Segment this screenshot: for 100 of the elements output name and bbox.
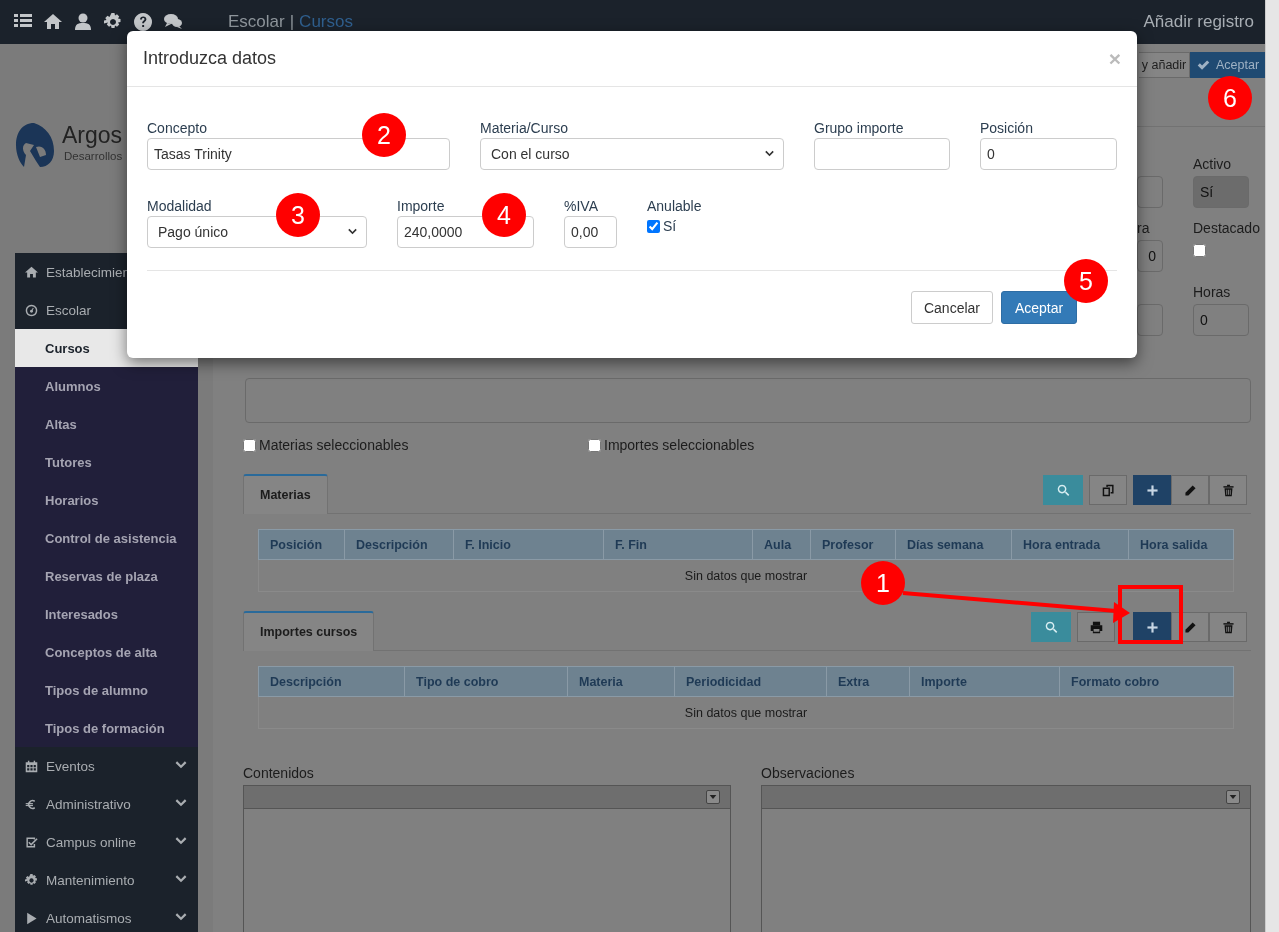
- printer-icon: [1089, 620, 1103, 634]
- sidebar-item[interactable]: Automatismos: [15, 899, 198, 932]
- column-header: Posición: [258, 529, 345, 560]
- sidebar-subitem[interactable]: Horarios: [15, 481, 198, 519]
- checkbox[interactable]: [243, 438, 256, 452]
- add-button[interactable]: [1133, 475, 1171, 505]
- field-label: Activo: [1193, 155, 1232, 174]
- column-header: Tipo de cobro: [404, 666, 568, 697]
- calendar-icon: [25, 759, 38, 773]
- sidebar-subitem[interactable]: Conceptos de alta: [15, 633, 198, 671]
- field-label: Materia/Curso: [480, 119, 568, 138]
- euro-icon: [25, 797, 38, 811]
- editor-label: Observaciones: [761, 764, 856, 783]
- trash-icon: [1221, 620, 1235, 634]
- empty-message: Sin datos que mostrar: [258, 696, 1234, 729]
- checkbox-icon: [25, 835, 38, 849]
- gauge-icon: [25, 303, 38, 317]
- caret-icon[interactable]: [1226, 790, 1240, 804]
- scrollbar[interactable]: [1265, 0, 1279, 932]
- accept-button[interactable]: Aceptar: [1190, 52, 1265, 78]
- tab[interactable]: Importes cursos: [243, 611, 375, 651]
- sidebar-subitem[interactable]: Tutores: [15, 443, 198, 481]
- checkbox-label: Materias seleccionables: [259, 437, 409, 453]
- editor-label: Contenidos: [243, 764, 315, 783]
- field-label: Importe: [397, 197, 445, 216]
- sidebar-subitem[interactable]: Reservas de plaza: [15, 557, 198, 595]
- text-field[interactable]: 0,00: [564, 216, 617, 248]
- field-label: Horas: [1193, 283, 1231, 302]
- field-label: Concepto: [147, 119, 207, 138]
- step-number: 6: [1208, 76, 1252, 120]
- tab[interactable]: Materias: [243, 474, 328, 514]
- text-field[interactable]: 0: [980, 138, 1117, 170]
- cancel-button[interactable]: Cancelar: [910, 291, 993, 324]
- column-header: Periodicidad: [674, 666, 827, 697]
- search-button[interactable]: [1031, 612, 1071, 642]
- column-header: Extra: [826, 666, 910, 697]
- column-header: Materia: [567, 666, 675, 697]
- column-header: F. Fin: [603, 529, 753, 560]
- checkbox[interactable]: [588, 438, 601, 452]
- settings-icon: [25, 873, 38, 887]
- page-title: Añadir registro: [1143, 12, 1254, 32]
- checkbox-label: Sí: [663, 218, 677, 234]
- plus-icon: [1145, 483, 1159, 497]
- edit-button[interactable]: [1171, 475, 1209, 505]
- user-icon: [74, 13, 92, 31]
- column-header: Hora entrada: [1011, 529, 1129, 560]
- column-header: Formato cobro: [1059, 666, 1234, 697]
- sidebar-subitem[interactable]: Alumnos: [15, 367, 198, 405]
- home-icon: [44, 13, 62, 31]
- field-label: Destacado: [1193, 219, 1260, 238]
- text-field[interactable]: [1137, 176, 1163, 208]
- column-header: Descripción: [344, 529, 454, 560]
- search-icon: [1044, 620, 1058, 634]
- logo-text: Argos: [62, 121, 123, 150]
- field-label: Posición: [980, 119, 1033, 138]
- step-number: 1: [861, 561, 905, 605]
- copy-button[interactable]: [1089, 475, 1127, 505]
- search-button[interactable]: [1043, 475, 1083, 505]
- column-header: Días semana: [895, 529, 1012, 560]
- column-header: Importe: [909, 666, 1060, 697]
- search-icon: [1056, 483, 1070, 497]
- pencil-icon: [1183, 483, 1197, 497]
- column-header: F. Inicio: [453, 529, 604, 560]
- modal-title: Introduzca datos: [143, 48, 277, 69]
- sidebar-subitem[interactable]: Tipos de formación: [15, 709, 198, 747]
- accept-button[interactable]: Aceptar: [1001, 291, 1077, 324]
- chat-icon: [164, 13, 182, 31]
- checkbox-label: Importes seleccionables: [604, 437, 755, 453]
- sidebar-subitem[interactable]: Altas: [15, 405, 198, 443]
- text-field[interactable]: 0: [1193, 304, 1249, 336]
- sidebar-item[interactable]: Mantenimiento: [15, 861, 198, 899]
- play-icon: [25, 911, 38, 925]
- text-field[interactable]: 0: [1137, 240, 1163, 272]
- logo-tagline: Desarrollos: [64, 150, 123, 162]
- field-label: Anulable: [647, 197, 702, 216]
- trash-icon: [1221, 483, 1235, 497]
- sidebar-item[interactable]: Administrativo: [15, 785, 198, 823]
- sidebar-item[interactable]: Campus online: [15, 823, 198, 861]
- sidebar-subitem[interactable]: Tipos de alumno: [15, 671, 198, 709]
- copy-icon: [1101, 483, 1115, 497]
- caret-icon[interactable]: [706, 790, 720, 804]
- help-icon: [134, 13, 152, 31]
- delete-button[interactable]: [1209, 612, 1247, 642]
- settings-icon: [104, 13, 122, 31]
- breadcrumb-section: Escolar: [228, 12, 285, 32]
- check-icon: [1197, 58, 1210, 72]
- add-button[interactable]: [1133, 612, 1171, 642]
- sidebar-subitem[interactable]: Control de asistencia: [15, 519, 198, 557]
- field-label: Grupo importe: [814, 119, 904, 138]
- delete-button[interactable]: [1209, 475, 1247, 505]
- checkbox[interactable]: [647, 219, 660, 233]
- select-field[interactable]: Con el curso: [480, 138, 784, 170]
- save-and-add-button[interactable]: y añadir: [1139, 52, 1190, 78]
- sidebar-subitem[interactable]: Interesados: [15, 595, 198, 633]
- field-label: %IVA: [564, 197, 598, 216]
- text-field[interactable]: [1137, 304, 1163, 336]
- field-label: Modalidad: [147, 197, 212, 216]
- checkbox[interactable]: [1193, 244, 1206, 257]
- print-button[interactable]: [1077, 612, 1115, 642]
- sidebar-item[interactable]: Eventos: [15, 747, 198, 785]
